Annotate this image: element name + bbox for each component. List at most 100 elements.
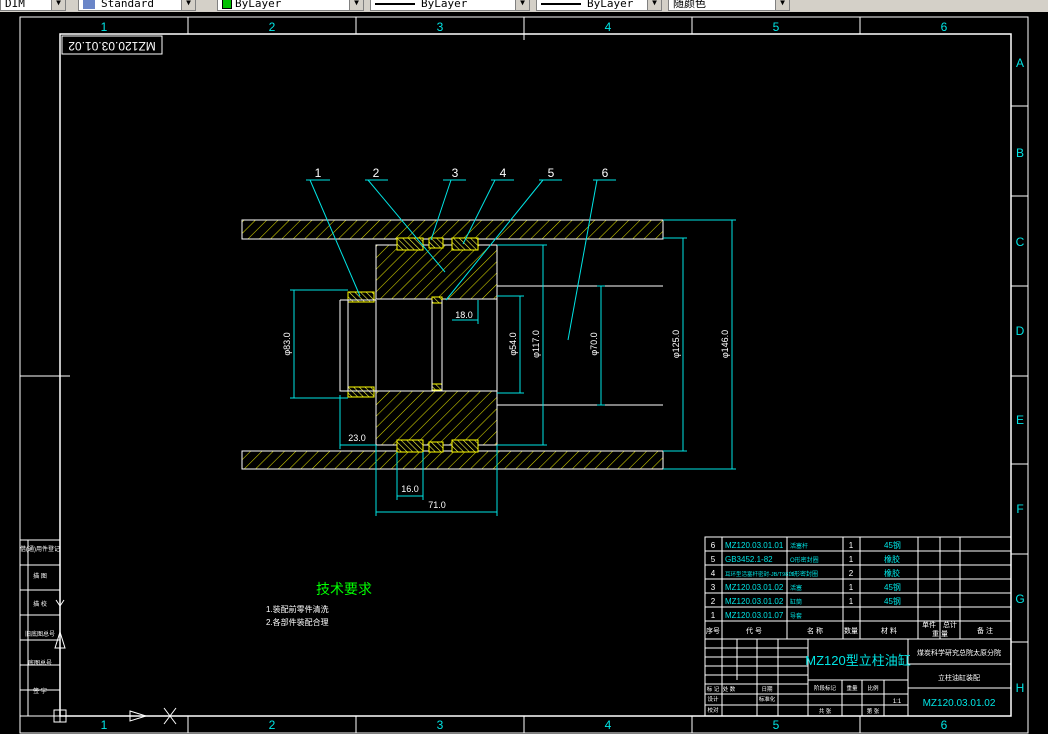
left-table-cell: 描 校 xyxy=(33,600,47,608)
dim-d54: φ54.0 xyxy=(508,332,518,355)
bom-rows: 6 MZ120.03.01.01 活塞杆 1 45钢 5 GB3452.1-82 O形密封圈 1… xyxy=(711,540,901,620)
plotstyle-value: 随颜色 xyxy=(673,0,706,10)
bom-cell-mat: 橡胶 xyxy=(884,568,900,578)
bom-cell-mat: 45钢 xyxy=(884,582,901,592)
chevron-down-icon: ▼ xyxy=(349,0,363,10)
bom-cell-no: 6 xyxy=(711,541,716,550)
bom-header-note: 备 注 xyxy=(977,626,993,635)
chevron-down-icon: ▼ xyxy=(51,0,65,10)
tb-label-weight: 重量 xyxy=(846,684,858,692)
linetype-preview xyxy=(375,3,415,5)
zone-col-3: 3 xyxy=(437,20,444,34)
color-dropdown[interactable]: ByLayer ▼ xyxy=(217,0,364,11)
zone-row-g: G xyxy=(1015,592,1024,606)
zone-col-4: 4 xyxy=(605,20,612,34)
linetype-value: ByLayer xyxy=(421,0,468,10)
bom-header-no: 序号 xyxy=(706,626,720,635)
zone-col-6-bottom: 6 xyxy=(941,718,948,732)
bom-cell-name: 缸筒 xyxy=(790,598,802,606)
bom-cell-mat: 45钢 xyxy=(884,596,901,606)
tb-subtitle: 立柱油缸装配 xyxy=(938,673,980,682)
bom-header-w1: 单件 xyxy=(922,620,936,629)
bom-header-name: 名 称 xyxy=(807,626,823,635)
bom-cell-mat: 橡胶 xyxy=(884,554,900,564)
bom-cell-qty: 1 xyxy=(849,541,854,550)
tb-label-ratio: 比例 xyxy=(867,684,879,692)
left-table-cell: 旧底图总号 xyxy=(25,630,55,638)
tb-label-mark: 标 记 xyxy=(707,685,720,693)
balloon-6[interactable]: 6 xyxy=(602,166,609,180)
tech-req-title: 技术要求 xyxy=(316,581,372,597)
inner-border xyxy=(59,33,1012,717)
zone-row-a: A xyxy=(1016,56,1024,70)
dim-d70: φ70.0 xyxy=(589,332,599,355)
piston-bottom[interactable] xyxy=(375,390,498,446)
dimension-lines xyxy=(290,219,736,516)
cylinder-tube-top[interactable] xyxy=(241,219,664,240)
dim-d125: φ125.0 xyxy=(671,330,681,358)
textstyle-dropdown[interactable]: Standard ▼ xyxy=(78,0,196,11)
dimstyle-dropdown[interactable]: DIM ▼ xyxy=(0,0,66,11)
cylinder-tube-bottom[interactable] xyxy=(241,450,664,470)
bom-cell-code: MZ120.03.01.07 xyxy=(725,611,784,620)
bom-cell-name: O形密封圈 xyxy=(790,556,819,564)
bom-cell-code: MZ120.03.01.02 xyxy=(725,597,784,606)
tb-label-std: 标准化 xyxy=(759,695,776,703)
zone-col-5: 5 xyxy=(773,20,780,34)
bom-cell-name: Y形密封圈 xyxy=(790,570,818,578)
bom-cell-qty: 1 xyxy=(849,597,854,606)
bom-header-qty: 数量 xyxy=(844,626,858,635)
zone-row-b: B xyxy=(1016,146,1024,160)
left-table-cell: 描 图 xyxy=(33,572,47,580)
bom-cell-qty: 1 xyxy=(849,555,854,564)
zone-col-1-bottom: 1 xyxy=(101,718,108,732)
dim-d83: φ83.0 xyxy=(282,332,292,355)
bom-cell-name: 活塞杆 xyxy=(790,542,808,550)
balloon-1[interactable]: 1 xyxy=(315,166,322,180)
title-block-labels: 标 记 处 数 设计 校对 日期 标准化 阶段标记 重量 比例 共 张 第 张 xyxy=(707,684,880,715)
bom-cell-code: GB3452.1-82 xyxy=(725,555,773,564)
chevron-down-icon: ▼ xyxy=(515,0,529,10)
plotstyle-dropdown[interactable]: 随颜色 ▼ xyxy=(668,0,790,11)
zone-row-e: E xyxy=(1016,413,1024,427)
bom-header-mat: 材 料 xyxy=(881,626,897,635)
linetype-dropdown[interactable]: ByLayer ▼ xyxy=(370,0,530,11)
tb-label-check: 校对 xyxy=(707,706,719,714)
dim-w23: 23.0 xyxy=(348,433,366,443)
dim-w18: 18.0 xyxy=(455,310,473,320)
zone-row-d: D xyxy=(1016,324,1025,338)
lineweight-value: ByLayer xyxy=(587,0,634,10)
color-value: ByLayer xyxy=(235,0,282,10)
drawing-no-stamp: MZ120.03.01.02 xyxy=(68,39,156,53)
dim-d146: φ146.0 xyxy=(720,330,730,358)
tb-label-design: 设计 xyxy=(707,695,719,703)
tb-label-sheet2: 第 张 xyxy=(867,707,880,715)
chevron-down-icon: ▼ xyxy=(775,0,789,10)
bom-cell-name: 导套 xyxy=(790,612,802,620)
zone-row-f: F xyxy=(1016,502,1023,516)
piston-top[interactable] xyxy=(375,244,498,300)
bom-cell-code: 耳环型活塞杆密封-JB/T9819 xyxy=(725,570,794,578)
balloon-2[interactable]: 2 xyxy=(373,166,380,180)
tb-scale: 1:1 xyxy=(893,699,902,705)
bom-cell-no: 4 xyxy=(711,569,716,578)
zone-col-6: 6 xyxy=(941,20,948,34)
tb-label-date: 日期 xyxy=(761,686,773,693)
balloon-5[interactable]: 5 xyxy=(548,166,555,180)
lineweight-dropdown[interactable]: ByLayer ▼ xyxy=(536,0,662,11)
bom-cell-no: 1 xyxy=(711,611,716,620)
tech-req-line-1: 1.装配前零件清洗 xyxy=(266,604,329,614)
balloon-4[interactable]: 4 xyxy=(500,166,507,180)
lineweight-preview xyxy=(541,3,581,5)
balloon-3[interactable]: 3 xyxy=(452,166,459,180)
bom-cell-no: 2 xyxy=(711,597,716,606)
bom-header: 序号 代 号 名 称 数量 材 料 单件 总计 重 量 备 注 xyxy=(706,620,993,638)
properties-toolbar: DIM ▼ Standard ▼ ByLayer ▼ ByLayer ▼ ByLayer… xyxy=(0,0,1048,12)
left-table-cell: 签 字 xyxy=(33,687,47,695)
zone-col-2-bottom: 2 xyxy=(269,718,276,732)
dimstyle-value: DIM xyxy=(5,0,25,10)
textstyle-icon xyxy=(83,0,95,9)
bom-cell-code: MZ120.03.01.02 xyxy=(725,583,784,592)
drawing-canvas[interactable]: 1 2 3 4 5 6 1 2 3 4 5 6 A B C D E F G H … xyxy=(0,12,1048,734)
tb-label-sheet: 共 张 xyxy=(819,707,832,715)
